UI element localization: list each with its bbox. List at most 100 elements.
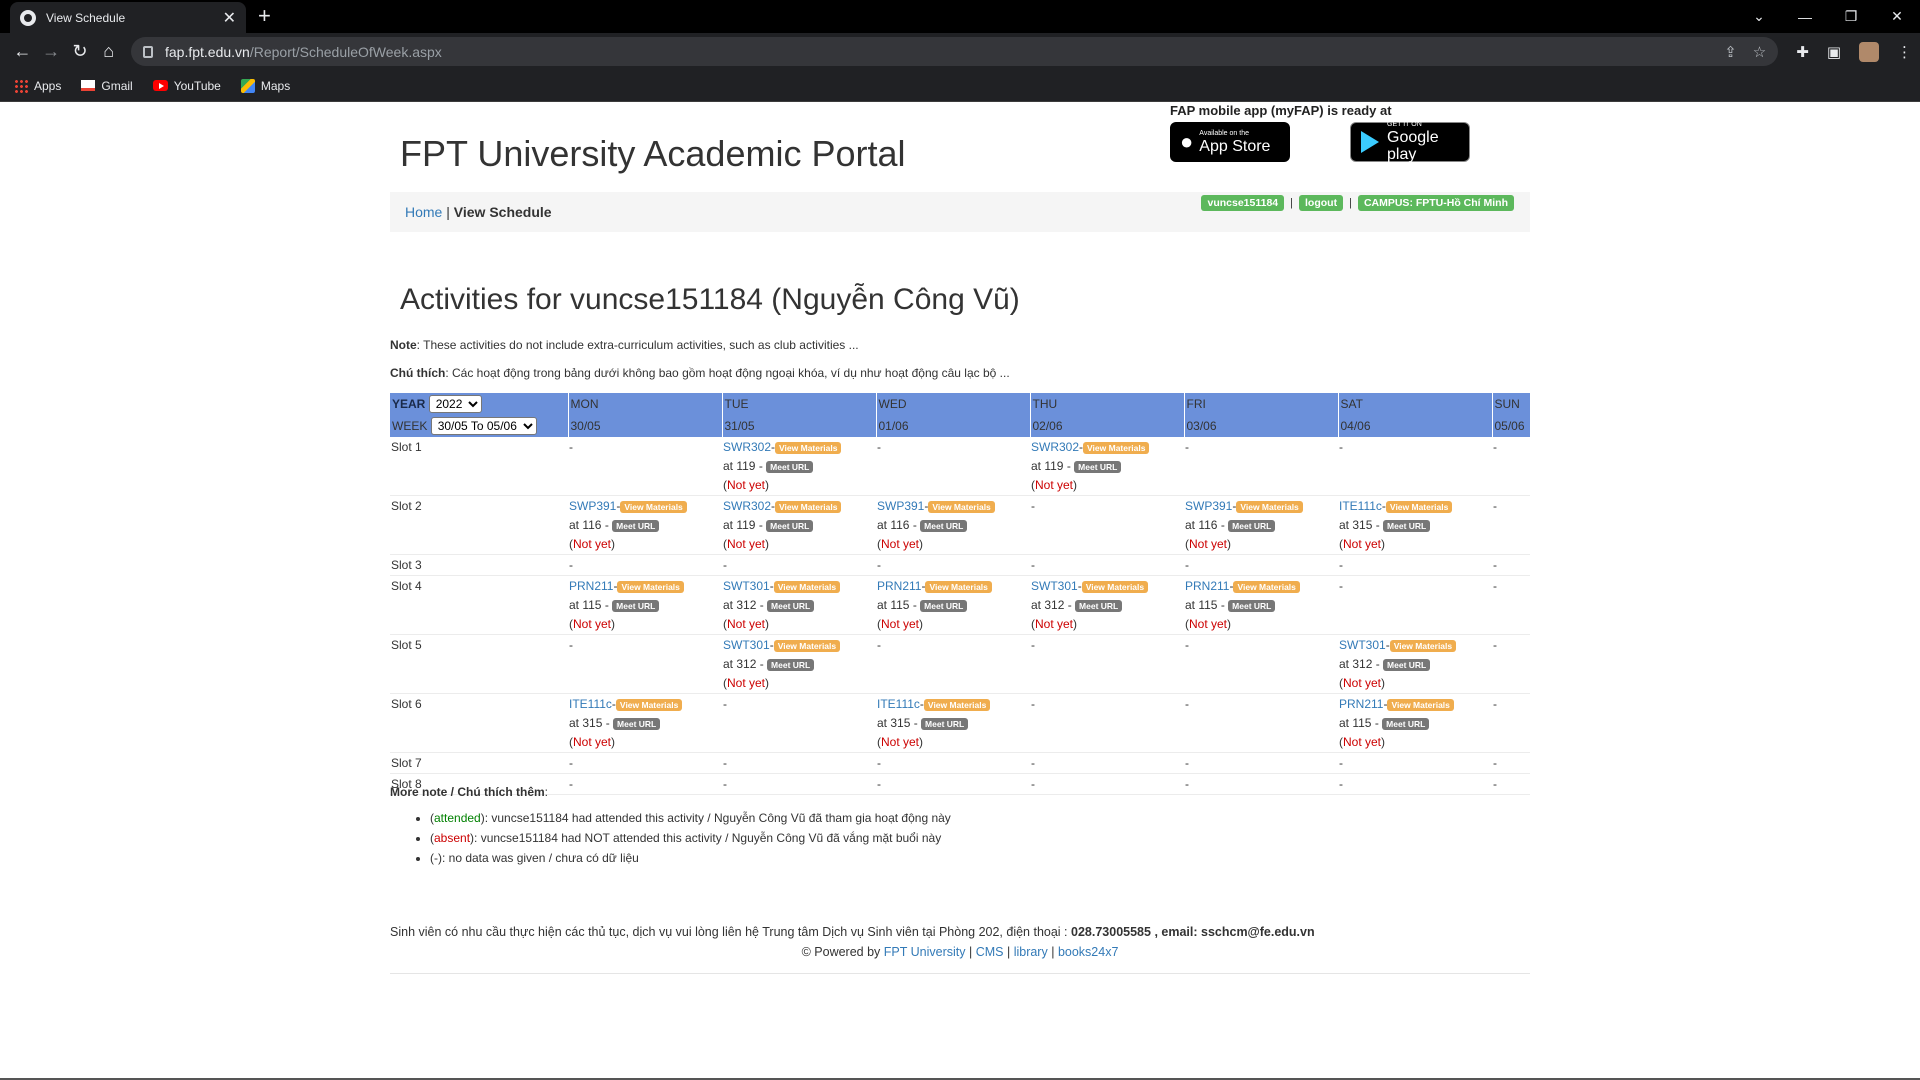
course-link[interactable]: SWR302 <box>723 499 771 513</box>
course-link[interactable]: SWT301 <box>723 579 770 593</box>
minimize-icon[interactable]: — <box>1782 0 1828 33</box>
room-number: 116 <box>582 518 602 532</box>
view-materials-button[interactable]: View Materials <box>775 501 842 513</box>
meet-url-button[interactable]: Meet URL <box>766 520 814 532</box>
meet-url-button[interactable]: Meet URL <box>767 659 815 671</box>
back-icon[interactable]: ← <box>8 41 37 62</box>
view-materials-button[interactable]: View Materials <box>1387 699 1454 711</box>
label-separator: | <box>1349 197 1352 209</box>
course-link[interactable]: SWP391 <box>877 499 924 513</box>
app-store-badge[interactable]: ● Available on the App Store <box>1170 122 1290 162</box>
view-materials-button[interactable]: View Materials <box>923 699 991 711</box>
meet-url-button[interactable]: Meet URL <box>1382 718 1430 730</box>
course-link[interactable]: PRN211 <box>569 579 613 593</box>
schedule-cell: - <box>1184 634 1338 694</box>
course-link[interactable]: SWT301 <box>723 638 770 652</box>
close-window-icon[interactable]: ✕ <box>1874 0 1920 33</box>
view-materials-button[interactable]: View Materials <box>925 581 992 593</box>
course-link[interactable]: ITE111c <box>569 697 612 711</box>
breadcrumb-home-link[interactable]: Home <box>405 204 442 220</box>
attendance-status: Not yet <box>1343 537 1382 551</box>
meet-url-button[interactable]: Meet URL <box>766 461 814 473</box>
course-link[interactable]: SWT301 <box>1339 638 1386 652</box>
course-link[interactable]: SWT301 <box>1031 579 1078 593</box>
bookmark-youtube[interactable]: YouTube <box>152 79 221 93</box>
fpt-university-link[interactable]: FPT University <box>884 945 966 959</box>
new-tab-button[interactable]: + <box>258 2 271 30</box>
home-icon[interactable]: ⌂ <box>94 41 123 62</box>
username-label[interactable]: vuncse151184 <box>1201 195 1285 211</box>
course-link[interactable]: SWR302 <box>1031 440 1079 454</box>
course-link[interactable]: ITE111c <box>1339 499 1382 513</box>
bookmarks-bar: Apps Gmail YouTube Maps <box>0 70 1920 102</box>
slot-label: Slot 5 <box>390 634 568 694</box>
share-icon[interactable]: ⇪ <box>1724 43 1737 61</box>
restore-icon[interactable]: ❐ <box>1828 0 1874 33</box>
week-select[interactable]: 30/05 To 05/06 <box>430 417 537 435</box>
menu-icon[interactable]: ⋮ <box>1897 43 1912 61</box>
profile-avatar[interactable] <box>1859 41 1880 62</box>
course-link[interactable]: SWP391 <box>1185 499 1232 513</box>
meet-url-button[interactable]: Meet URL <box>612 520 660 532</box>
course-link[interactable]: SWR302 <box>723 440 771 454</box>
cms-link[interactable]: CMS <box>976 945 1004 959</box>
year-select[interactable]: 2022 <box>428 395 482 413</box>
address-bar[interactable]: fap.fpt.edu.vn/Report/ScheduleOfWeek.asp… <box>131 37 1779 66</box>
browser-tab[interactable]: View Schedule ✕ <box>10 2 246 33</box>
course-link[interactable]: PRN211 <box>1339 697 1383 711</box>
view-materials-button[interactable]: View Materials <box>1233 581 1300 593</box>
meet-url-button[interactable]: Meet URL <box>1383 520 1431 532</box>
bookmark-maps[interactable]: Maps <box>240 78 290 93</box>
meet-url-button[interactable]: Meet URL <box>1075 600 1123 612</box>
course-link[interactable]: SWP391 <box>569 499 616 513</box>
view-materials-button[interactable]: View Materials <box>773 640 841 652</box>
logout-button[interactable]: logout <box>1299 195 1344 211</box>
schedule-cell: - <box>1184 554 1338 576</box>
books24x7-link[interactable]: books24x7 <box>1058 945 1118 959</box>
absent-word: absent <box>434 831 471 845</box>
app-promo: FAP mobile app (myFAP) is ready at ● Ava… <box>1170 103 1530 163</box>
reload-icon[interactable]: ↻ <box>66 41 95 62</box>
view-materials-button[interactable]: View Materials <box>775 442 842 454</box>
schedule-cell: - <box>876 437 1030 496</box>
view-materials-button[interactable]: View Materials <box>615 699 683 711</box>
meet-url-button[interactable]: Meet URL <box>920 520 968 532</box>
course-link[interactable]: PRN211 <box>877 579 921 593</box>
close-tab-icon[interactable]: ✕ <box>223 8 236 28</box>
legend-dash: (-): no data was given / chưa có dữ liệu <box>430 851 951 865</box>
meet-url-button[interactable]: Meet URL <box>1074 461 1122 473</box>
view-materials-button[interactable]: View Materials <box>620 501 687 513</box>
meet-url-button[interactable]: Meet URL <box>1228 600 1276 612</box>
course-link[interactable]: ITE111c <box>877 697 920 711</box>
view-materials-button[interactable]: View Materials <box>1236 501 1303 513</box>
view-materials-button[interactable]: View Materials <box>928 501 995 513</box>
meet-url-button[interactable]: Meet URL <box>920 600 968 612</box>
side-panel-icon[interactable]: ▣ <box>1827 43 1841 61</box>
attendance-status: Not yet <box>1343 735 1382 749</box>
course-link[interactable]: PRN211 <box>1185 579 1229 593</box>
schedule-table: YEAR 2022 MON TUE WED THU FRI SAT SUN WE… <box>390 393 1530 795</box>
bookmark-apps[interactable]: Apps <box>14 78 61 93</box>
meet-url-button[interactable]: Meet URL <box>921 718 969 730</box>
tab-search-icon[interactable]: ⌄ <box>1736 0 1782 33</box>
forward-icon[interactable]: → <box>37 41 66 62</box>
view-materials-button[interactable]: View Materials <box>1083 442 1150 454</box>
view-materials-button[interactable]: View Materials <box>617 581 684 593</box>
view-materials-button[interactable]: View Materials <box>1389 640 1457 652</box>
library-link[interactable]: library <box>1014 945 1048 959</box>
view-materials-button[interactable]: View Materials <box>1385 501 1453 513</box>
meet-url-button[interactable]: Meet URL <box>612 600 660 612</box>
meet-url-button[interactable]: Meet URL <box>613 718 661 730</box>
view-materials-button[interactable]: View Materials <box>773 581 841 593</box>
google-play-badge[interactable]: GET IT ON Google play <box>1350 121 1470 163</box>
meet-url-button[interactable]: Meet URL <box>767 600 815 612</box>
view-materials-button[interactable]: View Materials <box>1081 581 1149 593</box>
bookmark-label: Gmail <box>101 78 133 93</box>
meet-url-button[interactable]: Meet URL <box>1383 659 1431 671</box>
meet-url-button[interactable]: Meet URL <box>1228 520 1276 532</box>
bookmark-star-icon[interactable]: ☆ <box>1753 43 1766 61</box>
slot-row: Slot 4 PRN211- View Materials at 115 - Meet… <box>390 575 1530 635</box>
extensions-icon[interactable]: ✚ <box>1796 43 1809 61</box>
url-domain: fap.fpt.edu.vn <box>165 43 250 60</box>
bookmark-gmail[interactable]: Gmail <box>81 78 133 93</box>
